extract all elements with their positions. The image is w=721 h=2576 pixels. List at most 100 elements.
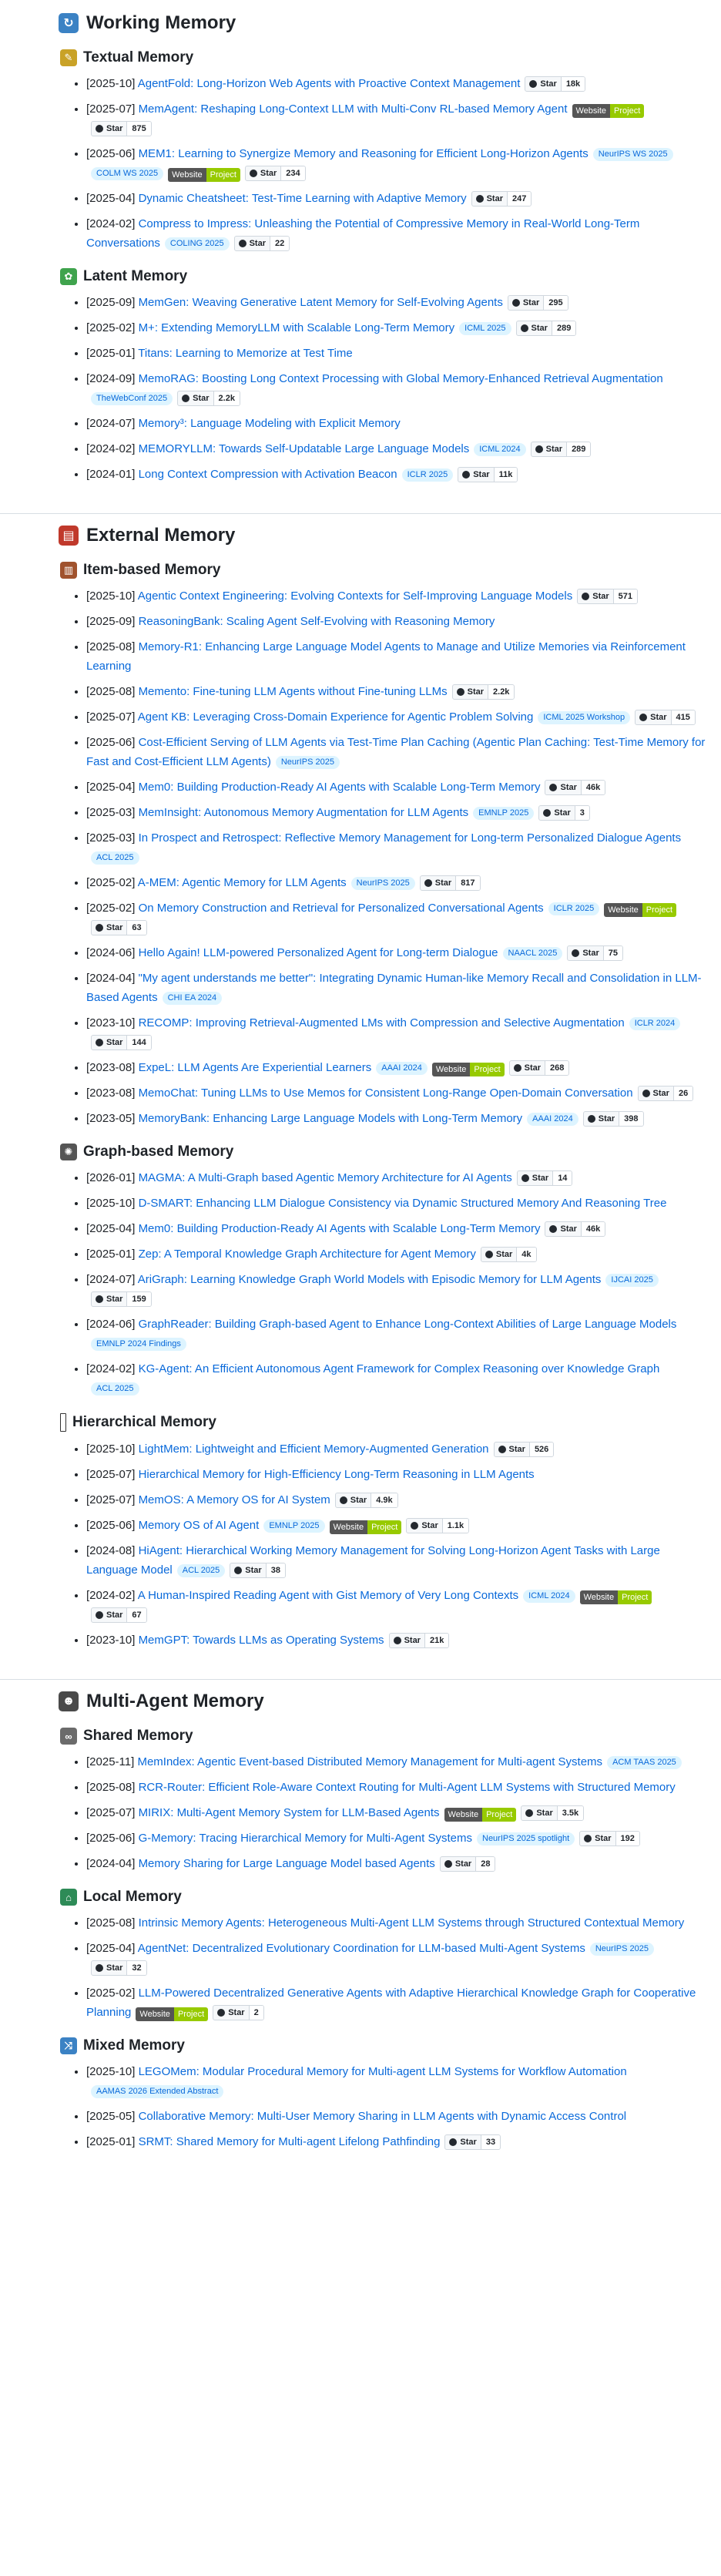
website-project-badge[interactable]: Website Project [329,1520,402,1534]
paper-link[interactable]: A Human-Inspired Reading Agent with Gist… [138,1589,518,1602]
shuffle-icon: ⤨ [60,2037,77,2054]
paper-link[interactable]: D-SMART: Enhancing LLM Dialogue Consiste… [139,1197,667,1210]
github-star-badge[interactable]: Star 4.9k [334,1493,398,1508]
github-star-badge[interactable]: Star 295 [507,295,568,311]
paper-link[interactable]: ReasoningBank: Scaling Agent Self-Evolvi… [139,615,495,628]
paper-link[interactable]: LEGOMem: Modular Procedural Memory for M… [139,2065,627,2078]
github-star-badge[interactable]: Star 46k [545,780,606,795]
github-star-badge[interactable]: Star 817 [419,875,481,891]
star-count: 11k [493,468,518,482]
paper-link[interactable]: Collaborative Memory: Multi-User Memory … [139,2110,627,2123]
github-star-badge[interactable]: Star 11k [458,467,518,482]
paper-link[interactable]: Hello Again! LLM-powered Personalized Ag… [139,946,498,959]
github-star-badge[interactable]: Star 2 [213,2005,264,2020]
github-star-badge[interactable]: Star 415 [635,710,696,725]
github-star-badge[interactable]: Star 28 [439,1856,496,1872]
paper-link[interactable]: AgentFold: Long-Horizon Web Agents with … [138,77,521,90]
github-star-badge[interactable]: Star 26 [637,1086,694,1101]
paper-link[interactable]: LightMem: Lightweight and Efficient Memo… [139,1442,489,1456]
paper-link[interactable]: GraphReader: Building Graph-based Agent … [139,1318,677,1331]
github-star-badge[interactable]: Star 3.5k [521,1805,585,1821]
github-star-badge[interactable]: Star 2.2k [177,391,240,406]
github-star-badge[interactable]: Star 144 [91,1035,152,1050]
paper-link[interactable]: KG-Agent: An Efficient Autonomous Agent … [139,1362,660,1375]
paper-link[interactable]: M+: Extending MemoryLLM with Scalable Lo… [139,321,455,334]
github-star-badge[interactable]: Star 14 [516,1170,573,1186]
website-project-badge[interactable]: Website Project [579,1590,652,1604]
paper-link[interactable]: Agentic Context Engineering: Evolving Co… [138,589,573,603]
github-star-badge[interactable]: Star 398 [582,1111,644,1127]
github-star-badge[interactable]: Star 247 [471,191,532,207]
github-star-badge[interactable]: Star 268 [508,1060,570,1076]
paper-link[interactable]: MemOS: A Memory OS for AI System [139,1493,330,1506]
github-star-badge[interactable]: Star 18k [525,76,586,92]
paper-link[interactable]: Mem0: Building Production-Ready AI Agent… [139,781,541,794]
paper-link[interactable]: G-Memory: Tracing Hierarchical Memory fo… [139,1832,472,1845]
github-star-badge[interactable]: Star 67 [91,1607,147,1623]
paper-link[interactable]: SRMT: Shared Memory for Multi-agent Life… [139,2135,441,2148]
paper-link[interactable]: Agent KB: Leveraging Cross-Domain Experi… [138,710,534,724]
github-star-badge[interactable]: Star 3 [538,805,590,821]
paper-link[interactable]: MAGMA: A Multi-Graph based Agentic Memor… [139,1171,512,1184]
website-project-badge[interactable]: Website Project [444,1808,517,1822]
paper-link[interactable]: Intrinsic Memory Agents: Heterogeneous M… [139,1916,685,1929]
paper-link[interactable]: RCR-Router: Efficient Role-Aware Context… [139,1781,676,1794]
paper-link[interactable]: HiAgent: Hierarchical Working Memory Man… [86,1544,660,1577]
website-project-badge[interactable]: Website Project [604,903,677,917]
paper-link[interactable]: MemoryBank: Enhancing Large Language Mod… [139,1112,523,1125]
paper-link[interactable]: Long Context Compression with Activation… [139,468,397,481]
paper-link[interactable]: MemoRAG: Boosting Long Context Processin… [139,372,663,385]
paper-link[interactable]: Dynamic Cheatsheet: Test-Time Learning w… [139,192,467,205]
github-star-badge[interactable]: Star 234 [244,166,306,181]
paper-link[interactable]: Memory Sharing for Large Language Model … [139,1857,435,1870]
paper-link[interactable]: ExpeL: LLM Agents Are Experiential Learn… [139,1061,372,1074]
paper-link[interactable]: MemIndex: Agentic Event-based Distribute… [137,1755,602,1768]
website-project-badge[interactable]: Website Project [136,2007,209,2021]
paper-link[interactable]: Titans: Learning to Memorize at Test Tim… [138,347,352,360]
github-star-badge[interactable]: Star 2.2k [451,684,515,700]
website-project-badge[interactable]: Website Project [168,168,240,182]
paper-link[interactable]: AgentNet: Decentralized Evolutionary Coo… [138,1942,585,1955]
github-star-badge[interactable]: Star 526 [493,1442,555,1457]
github-star-badge[interactable]: Star 38 [230,1563,286,1578]
github-star-badge[interactable]: Star 75 [567,945,623,961]
github-star-badge[interactable]: Star 1.1k [406,1518,470,1533]
paper-link[interactable]: On Memory Construction and Retrieval for… [139,902,544,915]
paper-link[interactable]: Zep: A Temporal Knowledge Graph Architec… [139,1248,476,1261]
paper-link[interactable]: MemGen: Weaving Generative Latent Memory… [139,296,503,309]
paper-link[interactable]: Memory³: Language Modeling with Explicit… [139,417,401,430]
github-star-badge[interactable]: Star 192 [579,1831,640,1846]
github-star-badge[interactable]: Star 289 [515,321,577,336]
paper-link[interactable]: In Prospect and Retrospect: Reflective M… [139,831,682,845]
github-star-badge[interactable]: Star 46k [545,1221,606,1237]
paper-link[interactable]: Hierarchical Memory for High-Efficiency … [139,1468,535,1481]
github-star-badge[interactable]: Star 875 [91,121,152,136]
paper-link[interactable]: Memento: Fine-tuning LLM Agents without … [139,685,448,698]
paper-link[interactable]: MIRIX: Multi-Agent Memory System for LLM… [139,1806,440,1819]
website-project-badge[interactable]: Website Project [572,104,645,118]
github-star-badge[interactable]: Star 21k [388,1633,450,1648]
paper-link[interactable]: MemInsight: Autonomous Memory Augmentati… [139,806,469,819]
github-star-badge[interactable]: Star 63 [91,920,147,935]
paper-link[interactable]: MEM1: Learning to Synergize Memory and R… [139,147,589,160]
github-star-badge[interactable]: Star 33 [444,2134,501,2150]
list-item: [2025-10] D-SMART: Enhancing LLM Dialogu… [86,1194,706,1213]
paper-link[interactable]: Memory-R1: Enhancing Large Language Mode… [86,640,686,673]
github-star-badge[interactable]: Star 22 [233,236,290,251]
paper-link[interactable]: A-MEM: Agentic Memory for LLM Agents [138,876,347,889]
github-star-badge[interactable]: Star 4k [480,1247,537,1262]
github-star-badge[interactable]: Star 159 [91,1291,152,1307]
website-project-badge[interactable]: Website Project [431,1063,505,1076]
github-star-badge[interactable]: Star 32 [91,1960,147,1976]
paper-link[interactable]: MemAgent: Reshaping Long-Context LLM wit… [139,102,568,116]
paper-link[interactable]: MEMORYLLM: Towards Self-Updatable Large … [139,442,470,455]
paper-link[interactable]: AriGraph: Learning Knowledge Graph World… [138,1273,602,1286]
paper-link[interactable]: Mem0: Building Production-Ready AI Agent… [139,1222,541,1235]
paper-link[interactable]: Memory OS of AI Agent [139,1519,260,1532]
paper-link[interactable]: RECOMP: Improving Retrieval-Augmented LM… [139,1016,625,1029]
github-star-badge[interactable]: Star 571 [577,589,638,604]
paper-link[interactable]: MemGPT: Towards LLMs as Operating System… [139,1634,384,1647]
paper-link[interactable]: Cost-Efficient Serving of LLM Agents via… [86,736,705,768]
paper-link[interactable]: MemoChat: Tuning LLMs to Use Memos for C… [139,1086,633,1100]
github-star-badge[interactable]: Star 289 [530,442,592,457]
